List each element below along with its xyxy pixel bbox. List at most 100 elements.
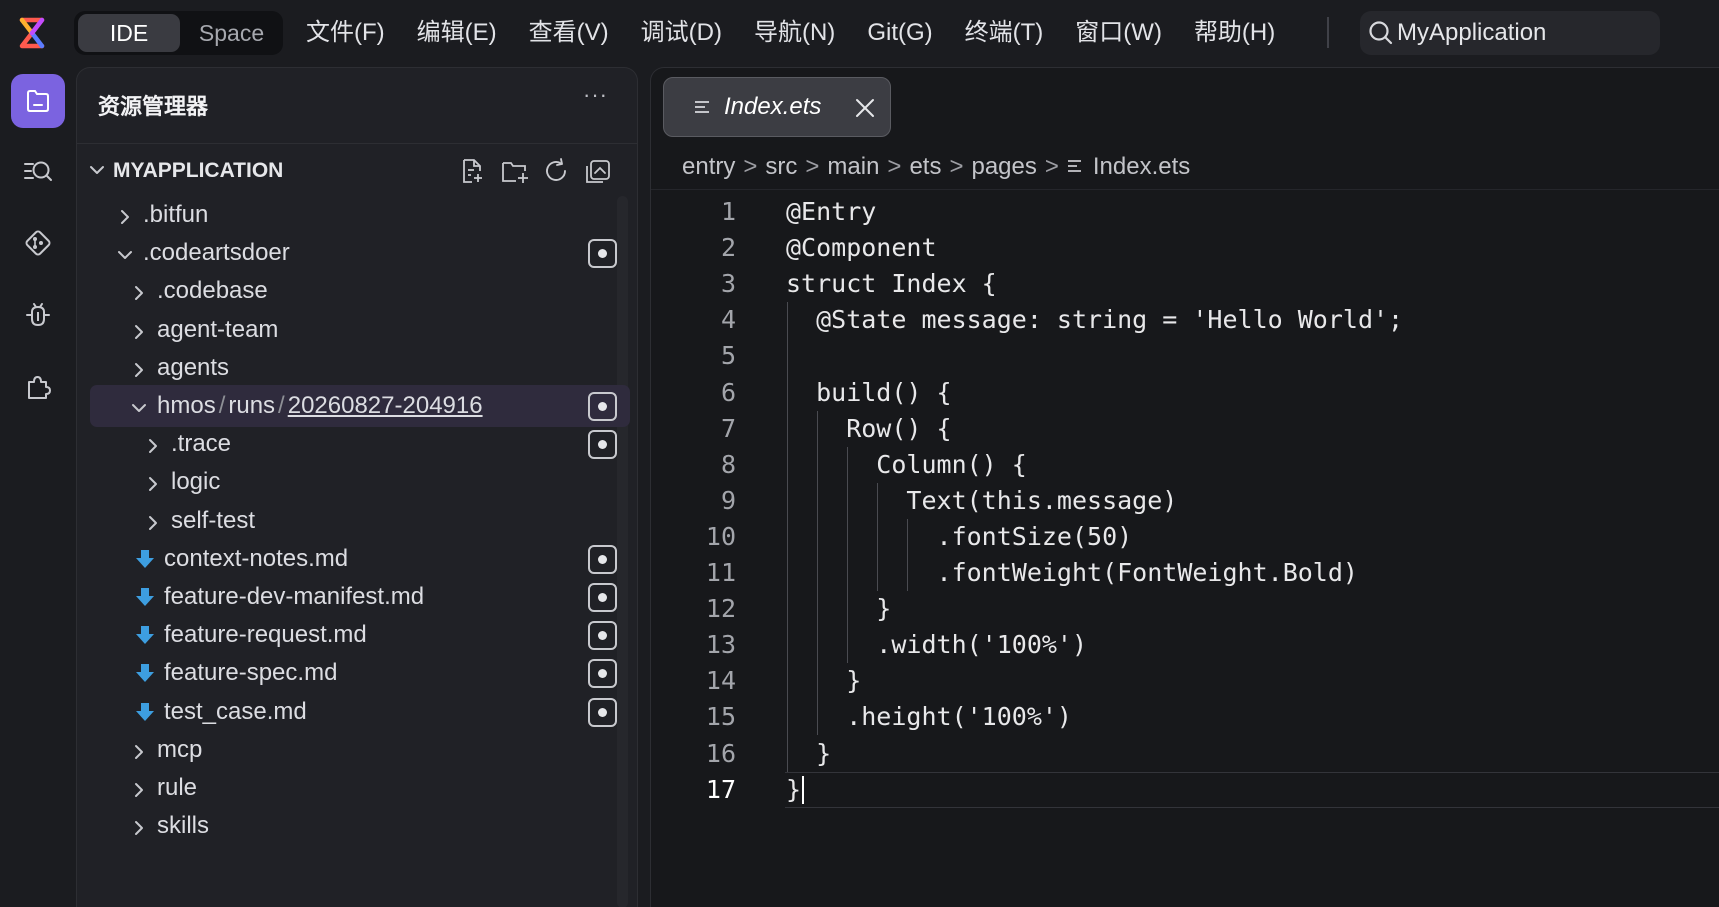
activity-explorer[interactable] [11, 74, 65, 128]
new-file-button[interactable] [458, 157, 500, 185]
menu-separator [1327, 17, 1329, 48]
tree-file-item[interactable]: context-notes.md [90, 538, 630, 580]
code-line[interactable]: 9 Text(this.message) [651, 483, 1719, 519]
project-header[interactable]: MYAPPLICATION [77, 148, 637, 194]
code-text: struct Index { [786, 269, 997, 299]
menu-terminal[interactable]: 终端(T) [965, 14, 1044, 52]
chevron-right-icon[interactable] [143, 436, 163, 456]
line-number: 7 [720, 413, 736, 443]
chevron-right-icon[interactable] [129, 360, 149, 380]
chevron-right-icon[interactable] [129, 742, 149, 762]
code-line[interactable]: 15 .height('100%') [651, 699, 1719, 735]
breadcrumb-item[interactable]: pages [971, 147, 1036, 187]
tree-folder-item[interactable]: .codebase [90, 270, 630, 312]
code-line[interactable]: 8 Column() { [651, 447, 1719, 483]
chevron-right-icon[interactable] [129, 818, 149, 838]
activity-extensions[interactable] [11, 360, 65, 414]
more-actions-button[interactable]: ··· [583, 82, 608, 108]
code-line[interactable]: 10 .fontSize(50) [651, 519, 1719, 555]
new-folder-button[interactable] [500, 157, 542, 185]
code-line[interactable]: 16 } [651, 736, 1719, 772]
code-line[interactable]: 7 Row() { [651, 411, 1719, 447]
chevron-down-icon[interactable] [115, 245, 135, 265]
code-line[interactable]: 3 struct Index { [651, 266, 1719, 302]
editor-tab[interactable]: Index.ets [663, 77, 891, 137]
tree-file-item[interactable]: feature-spec.md [90, 652, 630, 694]
tree-file-item[interactable]: test_case.md [90, 691, 630, 733]
menu-debug[interactable]: 调试(D) [641, 14, 722, 52]
menu-window[interactable]: 窗口(W) [1075, 14, 1162, 52]
tree-folder-item[interactable]: .bitfun [90, 194, 630, 236]
new-file-icon [463, 159, 482, 183]
indent-guide [907, 518, 908, 592]
breadcrumb-file[interactable]: Index.ets [1067, 147, 1190, 187]
code-line[interactable]: 6 build() { [651, 375, 1719, 411]
chevron-right-icon[interactable] [129, 322, 149, 342]
code-line[interactable]: 12 } [651, 591, 1719, 627]
menu-view[interactable]: 查看(V) [529, 14, 609, 52]
code-line[interactable]: 17} [651, 772, 1719, 808]
code-line[interactable]: 1 @Entry [651, 194, 1719, 230]
search-box[interactable]: MyApplication [1360, 11, 1660, 55]
search-input[interactable]: MyApplication [1397, 11, 1546, 55]
tree-folder-item[interactable]: self-test [90, 500, 630, 542]
tree-folder-item[interactable]: mcp [90, 729, 630, 771]
debug-icon [26, 303, 50, 327]
line-number: 17 [705, 774, 736, 804]
status-badge-icon [588, 239, 617, 269]
collapse-all-button[interactable] [584, 157, 626, 185]
activity-debug[interactable] [11, 288, 65, 342]
tree-item-label: .codeartsdoer [143, 239, 290, 267]
mode-tab-ide[interactable]: IDE [78, 14, 180, 52]
refresh-button[interactable] [542, 157, 584, 185]
line-number: 1 [720, 197, 736, 226]
chevron-right-icon[interactable] [115, 207, 135, 227]
breadcrumb-item[interactable]: entry [682, 147, 735, 187]
breadcrumb-item[interactable]: main [827, 147, 879, 187]
menu-file[interactable]: 文件(F) [306, 14, 385, 52]
menu-navigate[interactable]: 导航(N) [754, 14, 835, 52]
activity-bar [0, 66, 76, 907]
code-line[interactable]: 13 .width('100%') [651, 627, 1719, 663]
explorer-panel: 资源管理器 ··· MYAPPLICATION .bitfun .codeart… [76, 67, 638, 907]
tree-file-item[interactable]: feature-request.md [90, 614, 630, 656]
line-number: 3 [720, 269, 736, 299]
code-text: .height('100%') [786, 702, 1072, 732]
code-line[interactable]: 2 @Component [651, 230, 1719, 266]
code-text: Column() { [786, 449, 1027, 479]
breadcrumb-item[interactable]: ets [909, 147, 941, 187]
line-number: 12 [705, 594, 736, 624]
close-icon[interactable] [854, 97, 876, 119]
menu-git[interactable]: Git(G) [867, 14, 932, 52]
tree-folder-item[interactable]: agent-team [90, 309, 630, 351]
chevron-down-icon[interactable] [129, 398, 149, 418]
tree-folder-item[interactable]: hmos / runs/20260827-204916 [90, 385, 630, 427]
mode-tab-space[interactable]: Space [184, 14, 279, 52]
file-lines-icon [1067, 160, 1081, 172]
code-line[interactable]: 11 .fontWeight(FontWeight.Bold) [651, 555, 1719, 591]
code-line[interactable]: 14 } [651, 663, 1719, 699]
code-text: } [786, 774, 802, 804]
menu-help[interactable]: 帮助(H) [1194, 14, 1275, 52]
tree-folder-item[interactable]: rule [90, 767, 630, 809]
chevron-right-icon[interactable] [143, 474, 163, 494]
chevron-right-icon[interactable] [143, 513, 163, 533]
tree-folder-item[interactable]: logic [90, 461, 630, 503]
code-line[interactable]: 5 [651, 338, 1719, 374]
menu-edit[interactable]: 编辑(E) [417, 14, 497, 52]
divider [651, 189, 1719, 190]
activity-search[interactable] [11, 145, 65, 199]
tree-folder-item[interactable]: .trace [90, 423, 630, 465]
tree-folder-item[interactable]: .codeartsdoer [90, 232, 630, 274]
tree-folder-item[interactable]: skills [90, 805, 630, 847]
code-line[interactable]: 4 @State message: string = 'Hello World'… [651, 302, 1719, 338]
activity-source-control[interactable] [11, 216, 65, 270]
breadcrumb-item[interactable]: src [765, 147, 797, 187]
tree-folder-item[interactable]: agents [90, 347, 630, 389]
chevron-right-icon[interactable] [129, 780, 149, 800]
breadcrumb-file-label: Index.ets [1092, 153, 1191, 180]
status-badge-icon [588, 430, 617, 460]
tree-file-item[interactable]: feature-dev-manifest.md [90, 576, 630, 618]
line-number: 14 [705, 666, 736, 696]
chevron-right-icon[interactable] [129, 283, 149, 303]
